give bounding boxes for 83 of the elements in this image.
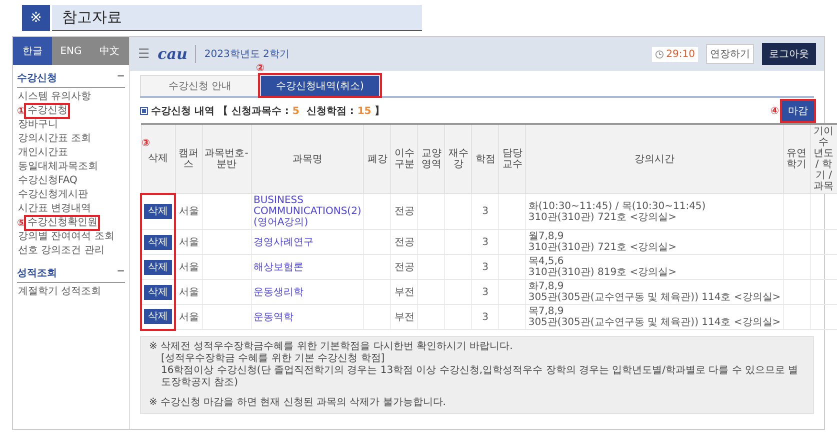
sidebar-item[interactable]: 선호 강의조건 관리 [17,245,106,257]
collapse-toggle[interactable]: − [116,266,125,280]
course-link[interactable]: 운동생리학 [254,286,304,298]
sidebar-item[interactable]: 강의별 잔여여석 조회 [17,231,116,243]
table-cell: 서울 [175,194,202,230]
table-cell: 3 [472,254,499,280]
column-header: 학점 [472,124,499,194]
column-header: ③ 삭제 [141,124,175,194]
language-button[interactable]: ENG [52,37,90,65]
section-title: 참고자료 [62,8,122,27]
table-cell: 전공 [390,254,418,280]
sidebar-item[interactable]: 개인시간표 [17,147,69,159]
sidebar-item[interactable]: 시간표 변경내역 [17,203,92,215]
table-cell: 월7,8,9 310관(310관) 721호 <강의실> [526,230,784,254]
table-cell: 서울 [175,304,202,330]
term-label: 2023학년도 2학기 [204,48,290,61]
step-marker: ③ [142,138,150,149]
column-header: 교양영역 [418,124,445,194]
sidebar-item[interactable]: 계절학기 성적조회 [17,286,102,298]
sidebar-item[interactable]: 수강신청FAQ [17,175,78,187]
sidebar-item[interactable]: 장바구니 [17,119,59,131]
course-link[interactable]: BUSINESS COMMUNICATIONS(2)(영어A강의) [254,195,362,228]
sidebar-item[interactable]: 동일대체과목조회 [17,161,99,173]
column-header: 기이수 년도 / 학기 / 과목 [810,124,837,194]
step-marker: ④ [770,106,779,116]
timer-value: 29:10 [666,48,695,60]
delete-button[interactable]: 삭제 [144,234,172,250]
tab[interactable]: 수강신청 안내 [140,75,260,96]
table-cell: 전공 [390,194,418,230]
close-registration-button[interactable]: 마감 [782,101,814,121]
notice-text: ※ 삭제전 성적우수장학금수혜를 위한 기본학점을 다시한번 확인하시기 바랍니다. [149,340,514,352]
notice-text: ※ 수강신청 마감을 하면 현재 신청된 과목의 삭제가 불가능합니다. [149,396,447,408]
course-link[interactable]: 경영사례연구 [254,236,314,248]
table-cell: 서울 [175,254,202,280]
sidebar-item[interactable]: 시스템 유의사항 [17,91,92,103]
clock-icon [655,50,664,58]
sidebar-section-title[interactable]: 성적조회 [17,266,57,280]
sidebar-item[interactable]: 수강신청 [26,105,68,117]
column-header: 폐강 [364,124,391,194]
extend-button[interactable]: 연장하기 [706,44,754,64]
delete-button[interactable]: 삭제 [144,309,172,324]
course-link[interactable]: 해상보험론 [254,262,304,272]
bullet-icon [140,107,148,115]
column-header: 과목번호-분반 [202,124,251,194]
language-button[interactable]: 中文 [90,37,130,65]
delete-button[interactable]: 삭제 [144,284,172,300]
notice-text: [성적우수장학금 수혜를 위한 기본 수강신청 학점] [160,352,386,364]
step-marker: ② [256,63,264,74]
sidebar-item[interactable]: 수강신청확인원 [26,217,98,229]
table-cell: 부전 [390,304,418,330]
table-cell: 전공 [390,230,418,254]
table-cell: 3 [472,280,499,304]
table-cell: 목4,5,6 310관(310관) 819호 <강의실> [526,254,784,280]
column-header: 과목명 [251,124,364,194]
table-cell: 화(10:30~11:45) / 목(10:30~11:45) 310관(310관) 721호 <강의실> [526,194,784,230]
sidebar-section-title[interactable]: 수강신청 [17,71,57,85]
logo[interactable]: cau [158,45,196,63]
table-cell: 서울 [175,280,202,304]
notice-text: 16학점이상 수강신청(단 졸업직전학기의 경우는 13학점 이상 수강신청,입학성적우수 장학의 경우는 입학년도별/학과별로 다를 수 있으므로 별도장학공지 참조) [160,364,800,388]
column-header: 유연학기 [783,124,810,194]
language-button[interactable]: 한글 [13,37,52,65]
table-cell: 목7,8,9 305관(305관(교수연구동 및 체육관)) 114호 <강의실> [526,304,784,330]
tab[interactable]: 수강신청내역(취소) [260,75,380,96]
table-cell: 부전 [390,280,418,304]
logout-button[interactable]: 로그아웃 [762,43,816,65]
delete-button[interactable]: 삭제 [144,260,172,274]
sidebar-item[interactable]: 강의시간표 조회 [17,133,92,145]
table-cell: 3 [472,230,499,254]
table-cell: 3 [472,194,499,230]
column-header: 이수구분 [390,124,418,194]
table-cell: 화7,8,9 305관(305관(교수연구동 및 체육관)) 114호 <강의실> [526,280,784,304]
delete-button[interactable]: 삭제 [144,204,172,220]
table-cell: 서울 [175,230,202,254]
course-link[interactable]: 운동역학 [254,312,294,322]
reference-symbol: ※ [22,5,50,31]
sidebar-item[interactable]: 수강신청게시판 [17,189,89,201]
column-header: 캠퍼스 [175,124,202,194]
column-header: 강의시간 [526,124,784,194]
table-cell: 3 [472,304,499,330]
collapse-toggle[interactable]: − [116,71,125,85]
column-header: 재수강 [444,124,472,194]
registration-summary: 수강신청 내역 【 신청과목수 : 5 신청학점 : 15 】 [151,104,385,118]
column-header: 담당교수 [498,124,526,194]
